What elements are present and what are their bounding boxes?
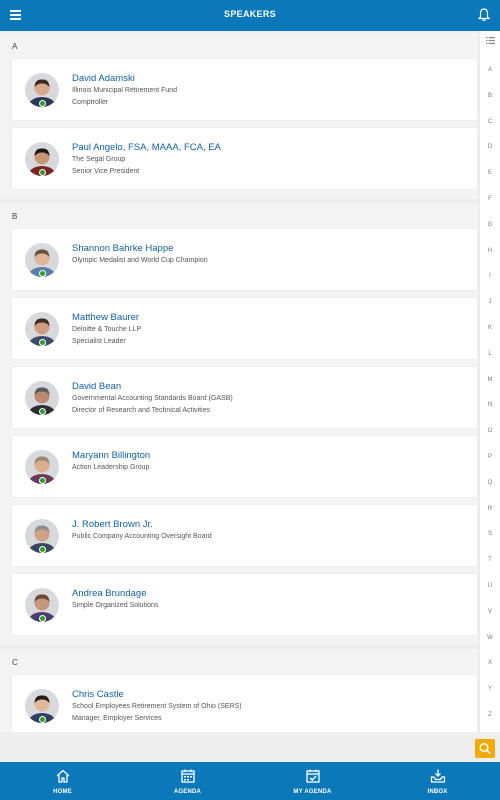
speaker-name[interactable]: Chris Castle: [72, 689, 124, 700]
speaker-organization: The Segal Group: [72, 156, 126, 163]
bell-icon[interactable]: [478, 8, 490, 22]
speaker-title: Manager, Employer Services: [72, 715, 162, 722]
nav-label: INBOX: [427, 789, 448, 795]
alphabet-letter-l[interactable]: L: [480, 351, 500, 357]
alphabet-letter-c[interactable]: C: [480, 119, 500, 125]
online-status-icon: [39, 716, 46, 723]
speaker-card[interactable]: Chris Castle School Employees Retirement …: [12, 675, 477, 732]
online-status-icon: [39, 100, 46, 107]
alphabet-letter-r[interactable]: R: [480, 506, 500, 512]
top-app-bar: SPEAKERS: [0, 0, 500, 31]
online-status-icon: [39, 408, 46, 415]
alphabet-letter-n[interactable]: N: [480, 402, 500, 408]
calendar-check-icon: [306, 769, 320, 783]
alphabet-letter-i[interactable]: I: [480, 273, 500, 279]
search-icon: [479, 742, 491, 755]
speaker-card[interactable]: David Adamski Illinois Municipal Retireme…: [12, 59, 477, 120]
alphabet-letter-d[interactable]: D: [480, 144, 500, 150]
nav-home[interactable]: HOME: [0, 762, 125, 800]
nav-my-agenda[interactable]: MY AGENDA: [250, 762, 375, 800]
speaker-title: Senior Vice President: [72, 168, 140, 175]
speaker-card[interactable]: J. Robert Brown Jr. Public Company Accoun…: [12, 505, 477, 566]
calendar-icon: [181, 769, 195, 783]
alphabet-letter-t[interactable]: T: [480, 557, 500, 563]
speaker-name[interactable]: Paul Angelo, FSA, MAAA, FCA, EA: [72, 142, 221, 153]
online-status-icon: [39, 270, 46, 277]
page-title: SPEAKERS: [224, 9, 276, 19]
alphabet-letter-g[interactable]: G: [480, 222, 500, 228]
online-status-icon: [39, 339, 46, 346]
inbox-icon: [430, 769, 446, 783]
speaker-name[interactable]: Maryann Billington: [72, 450, 150, 461]
speaker-title: Specialist Leader: [72, 338, 126, 345]
alphabet-letter-u[interactable]: U: [480, 583, 500, 589]
search-button[interactable]: [475, 739, 495, 758]
speaker-card[interactable]: Matthew Baurer Deloitte & Touche LLP Speci…: [12, 298, 477, 359]
alphabet-letter-a[interactable]: A: [480, 67, 500, 73]
speaker-name[interactable]: David Bean: [72, 381, 121, 392]
alphabet-letter-e[interactable]: E: [480, 170, 500, 176]
speaker-card[interactable]: David Bean Governmental Accounting Standa…: [12, 367, 477, 428]
speaker-name[interactable]: Matthew Baurer: [72, 312, 139, 323]
alphabet-letter-j[interactable]: J: [480, 299, 500, 305]
speaker-name[interactable]: Shannon Bahrke Happe: [72, 243, 173, 254]
list-icon[interactable]: [486, 37, 495, 44]
section-letter: B: [12, 212, 18, 221]
speaker-card[interactable]: Shannon Bahrke Happe Olympic Medalist and…: [12, 229, 477, 290]
nav-inbox[interactable]: INBOX: [375, 762, 500, 800]
alphabet-letter-h[interactable]: H: [480, 248, 500, 254]
alphabet-letter-p[interactable]: P: [480, 454, 500, 460]
alphabet-letter-f[interactable]: F: [480, 196, 500, 202]
speaker-organization: Public Company Accounting Oversight Boar…: [72, 533, 212, 540]
alphabet-letter-x[interactable]: X: [480, 660, 500, 666]
speaker-title: Director of Research and Technical Activ…: [72, 407, 210, 414]
section-letter: C: [12, 658, 18, 667]
alphabet-letter-o[interactable]: O: [480, 428, 500, 434]
alphabet-letter-y[interactable]: Y: [480, 686, 500, 692]
alphabet-letter-k[interactable]: K: [480, 325, 500, 331]
nav-label: MY AGENDA: [293, 789, 332, 795]
speaker-organization: Simple Organized Solutions: [72, 602, 159, 609]
speaker-name[interactable]: David Adamski: [72, 73, 135, 84]
speaker-organization: Olympic Medalist and World Cup Champion: [72, 257, 208, 264]
alphabet-letter-m[interactable]: M: [480, 377, 500, 383]
alphabet-letter-b[interactable]: B: [480, 93, 500, 99]
speaker-name[interactable]: J. Robert Brown Jr.: [72, 519, 153, 530]
alphabet-letter-z[interactable]: Z: [480, 712, 500, 718]
speaker-organization: Action Leadership Group: [72, 464, 150, 471]
speaker-organization: Deloitte & Touche LLP: [72, 326, 142, 333]
alphabet-index[interactable]: A B C D E F G H I J K L M N O P Q R S T U V W X Y Z: [480, 31, 500, 732]
online-status-icon: [39, 546, 46, 553]
speaker-organization: School Employees Retirement System of Oh…: [72, 703, 242, 710]
online-status-icon: [39, 169, 46, 176]
nav-label: AGENDA: [173, 789, 202, 795]
alphabet-letter-q[interactable]: Q: [480, 480, 500, 486]
speaker-title: Comptroller: [72, 99, 109, 106]
alphabet-letter-v[interactable]: V: [480, 609, 500, 615]
speaker-list[interactable]: A David Adamski Illinois Municipal Retirem…: [0, 31, 500, 732]
speaker-organization: Illinois Municipal Retirement Fund: [72, 87, 178, 94]
nav-label: HOME: [53, 789, 72, 795]
nav-agenda[interactable]: AGENDA: [125, 762, 250, 800]
speaker-name[interactable]: Andrea Brundage: [72, 588, 146, 599]
section-letter: A: [12, 42, 18, 51]
speaker-card[interactable]: Andrea Brundage Simple Organized Solution…: [12, 574, 477, 635]
home-icon: [56, 769, 70, 783]
speaker-organization: Governmental Accounting Standards Board …: [72, 395, 233, 402]
speaker-card[interactable]: Maryann Billington Action Leadership Grou…: [12, 436, 477, 497]
speaker-card[interactable]: Paul Angelo, FSA, MAAA, FCA, EA The Segal…: [12, 128, 477, 189]
alphabet-letter-w[interactable]: W: [480, 635, 500, 641]
bottom-nav: HOME AGENDA MY AGENDA INBOX: [0, 762, 500, 800]
online-status-icon: [39, 615, 46, 622]
alphabet-letter-s[interactable]: S: [480, 531, 500, 537]
online-status-icon: [39, 477, 46, 484]
